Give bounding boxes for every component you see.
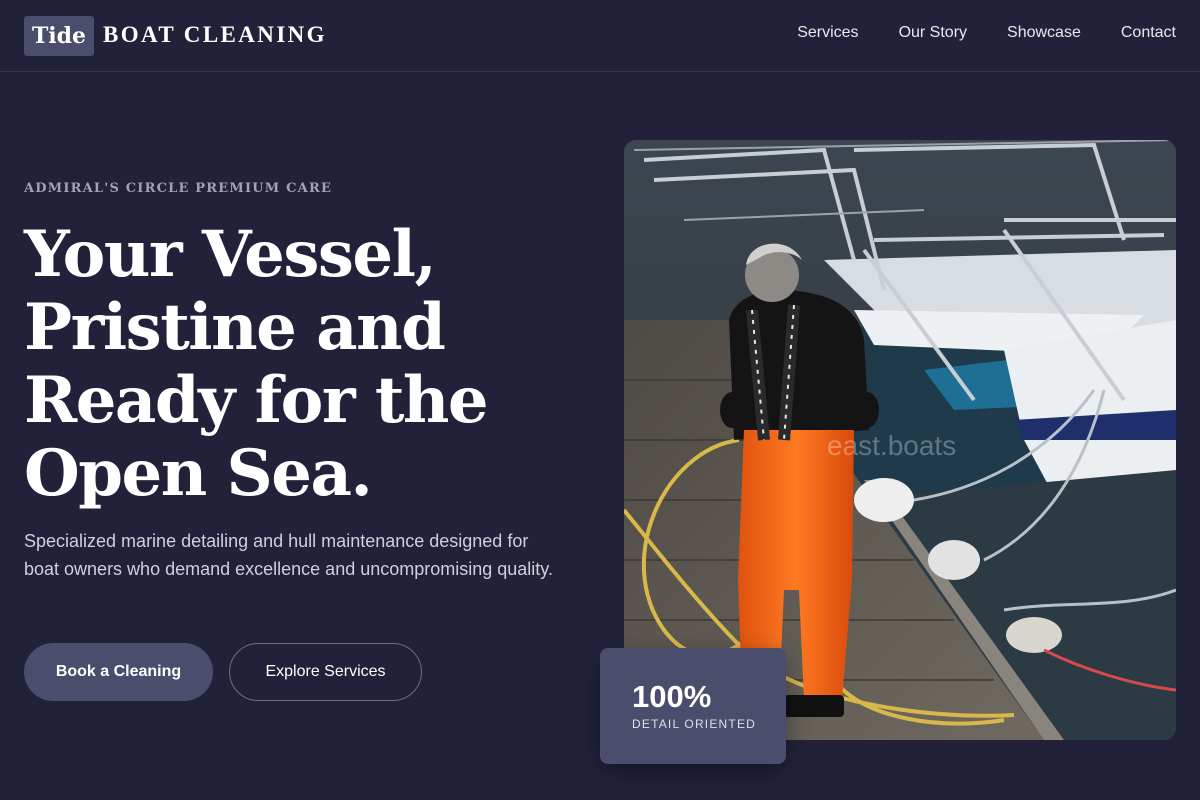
stat-label: DETAIL ORIENTED [632, 717, 757, 731]
hero-eyebrow: ADMIRAL'S CIRCLE PREMIUM CARE [24, 181, 333, 196]
brand-name[interactable]: BOAT CLEANING [103, 22, 327, 48]
stat-value: 100% [632, 679, 712, 714]
hero-subtext: Specialized marine detailing and hull ma… [24, 531, 553, 579]
book-cleaning-button[interactable]: Book a Cleaning [24, 643, 213, 701]
nav-link-our-story[interactable]: Our Story [899, 24, 967, 42]
nav-link-services[interactable]: Services [797, 24, 858, 42]
main-nav: Services Our Story Showcase Contact [797, 24, 1176, 42]
hero-headline: Your Vessel, Pristine and Ready for the … [24, 217, 489, 511]
explore-services-button[interactable]: Explore Services [229, 643, 422, 701]
nav-link-contact[interactable]: Contact [1121, 24, 1176, 42]
photo-watermark: east.boats [827, 430, 956, 461]
site-header: Tide BOAT CLEANING Services Our Story Sh… [0, 0, 1200, 72]
logo-mark-text: Tide [31, 23, 87, 49]
stat-card: 100% DETAIL ORIENTED [600, 648, 786, 764]
logo-mark[interactable]: Tide [24, 16, 94, 56]
nav-link-showcase[interactable]: Showcase [1007, 24, 1081, 42]
